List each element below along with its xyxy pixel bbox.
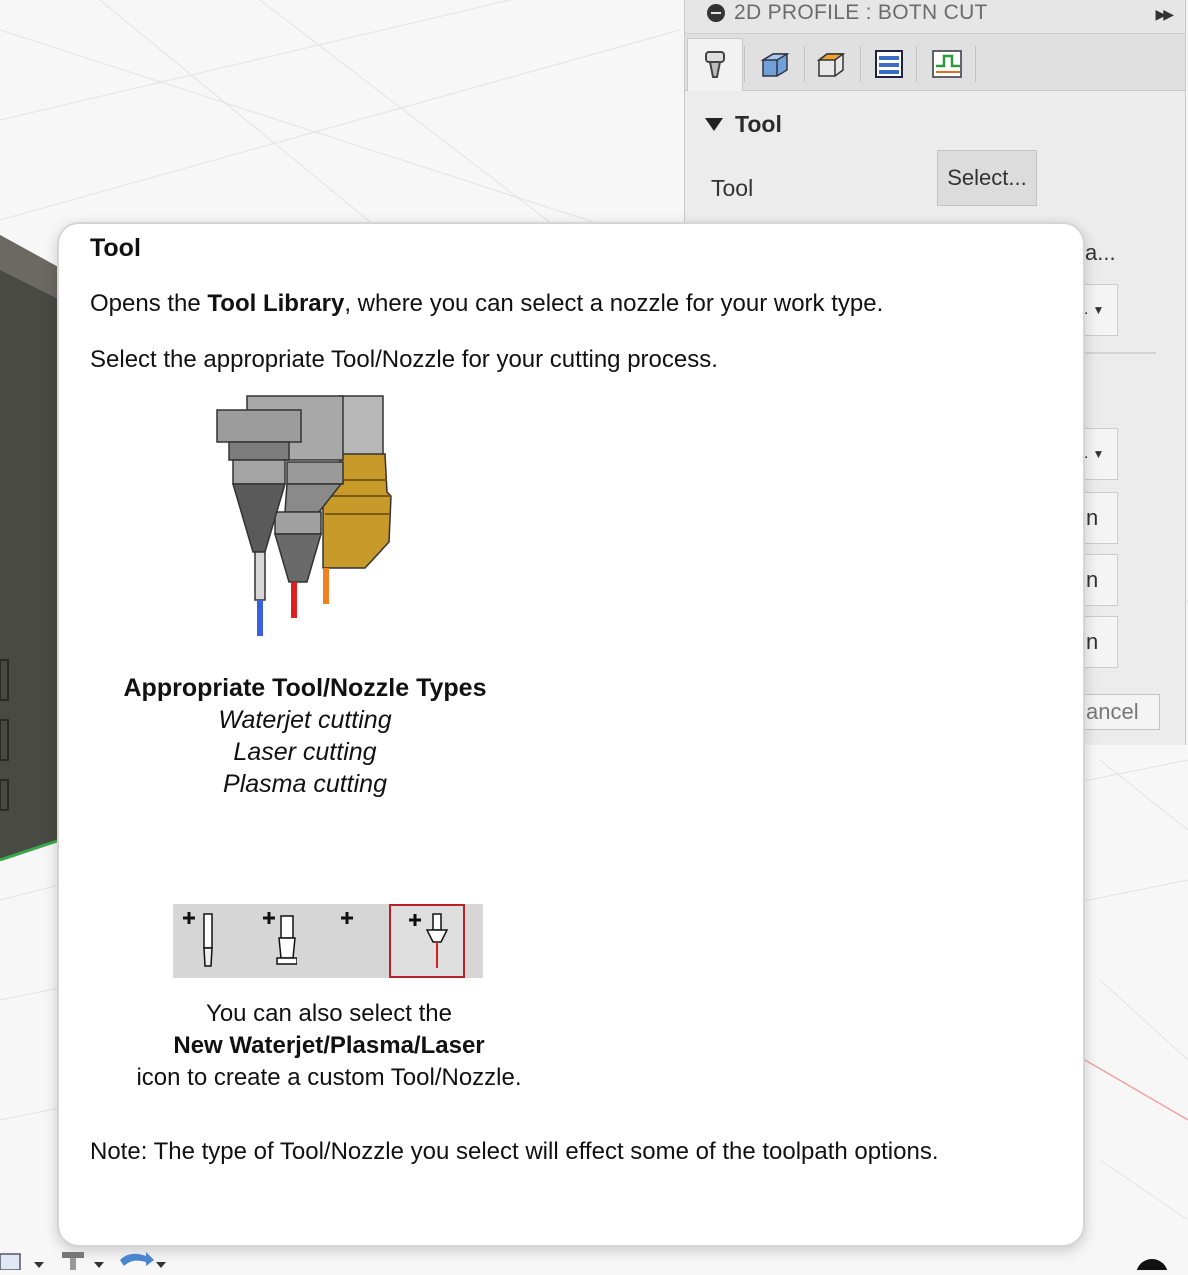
display-mode-icon (0, 1253, 44, 1271)
move-dropdown-icon (120, 1252, 166, 1268)
nozzle-type-item: Laser cutting (233, 738, 377, 766)
collapse-triangle-icon (705, 118, 723, 131)
hint-line: icon to create a custom Tool/Nozzle. (136, 1064, 522, 1091)
tool-section-title: Tool (735, 111, 782, 137)
panel-tabbar (685, 34, 1185, 91)
tooltip-note: Note: The type of Tool/Nozzle you select… (90, 1138, 939, 1165)
select-tool-button[interactable]: Select... (937, 150, 1037, 206)
panel-button[interactable]: n (1084, 554, 1118, 606)
tab-tool[interactable] (687, 38, 743, 91)
tab-passes[interactable] (861, 38, 917, 90)
new-mill-tool-icon (173, 904, 235, 978)
nozzle-type-item: Plasma cutting (223, 770, 387, 798)
new-tool-hint: You can also select the New Waterjet/Pla… (109, 998, 549, 1094)
new-turning-tool-icon (235, 904, 298, 978)
tool-section-header[interactable]: Tool (705, 111, 782, 138)
heights-icon (816, 53, 846, 77)
tab-geometry[interactable] (747, 38, 803, 90)
panel-divider (1084, 352, 1156, 354)
new-waterjet-plasma-laser-icon (389, 904, 465, 978)
nozzle-type-item: Waterjet cutting (218, 706, 392, 734)
linking-icon (932, 50, 962, 78)
nozzle-types-illustration (216, 395, 392, 636)
bottom-toolbar (0, 1248, 180, 1271)
dropdown-arrow-icon: ▼ (1092, 447, 1105, 461)
tool-dropdown-icon (62, 1252, 104, 1270)
hint-line: You can also select the (206, 1000, 452, 1027)
cancel-button[interactable]: ancel (1084, 694, 1160, 730)
panel-title: 2D PROFILE : BOTN CUT (734, 0, 988, 24)
panel-button[interactable]: n (1084, 492, 1118, 544)
tooltip-title: Tool (90, 234, 141, 262)
expand-panel-icon[interactable]: ▶▶ (1155, 6, 1173, 23)
tooltip-description: Opens the Tool Library, where you can se… (90, 290, 884, 317)
tooltip-instruction: Select the appropriate Tool/Nozzle for y… (90, 346, 718, 373)
panel-button[interactable]: n (1084, 616, 1118, 668)
geometry-icon (760, 53, 790, 77)
tool-tooltip: Tool Opens the Tool Library, where you c… (57, 222, 1085, 1247)
panel-partial-text: a... (1085, 240, 1116, 265)
tool-icon (705, 51, 725, 78)
collapse-panel-icon[interactable] (707, 3, 725, 22)
panel-dropdown[interactable]: . ▼ (1084, 428, 1118, 480)
tab-linking[interactable] (919, 38, 975, 90)
new-tool-icons-strip (173, 904, 483, 978)
panel-header: 2D PROFILE : BOTN CUT ▶▶ (685, 0, 1185, 34)
nozzle-types-list: Appropriate Tool/Nozzle Types Waterjet c… (89, 672, 521, 800)
hint-bold-line: New Waterjet/Plasma/Laser (173, 1032, 485, 1059)
passes-icon (875, 50, 903, 78)
tab-heights[interactable] (803, 38, 859, 90)
panel-dropdown[interactable]: . ▼ (1084, 284, 1118, 336)
dropdown-arrow-icon: ▼ (1092, 303, 1105, 317)
tool-section: Tool Tool Select... (685, 91, 1185, 231)
tool-field-label: Tool (711, 175, 754, 201)
nozzle-types-heading: Appropriate Tool/Nozzle Types (123, 674, 487, 702)
new-probe-tool-icon (297, 904, 359, 978)
